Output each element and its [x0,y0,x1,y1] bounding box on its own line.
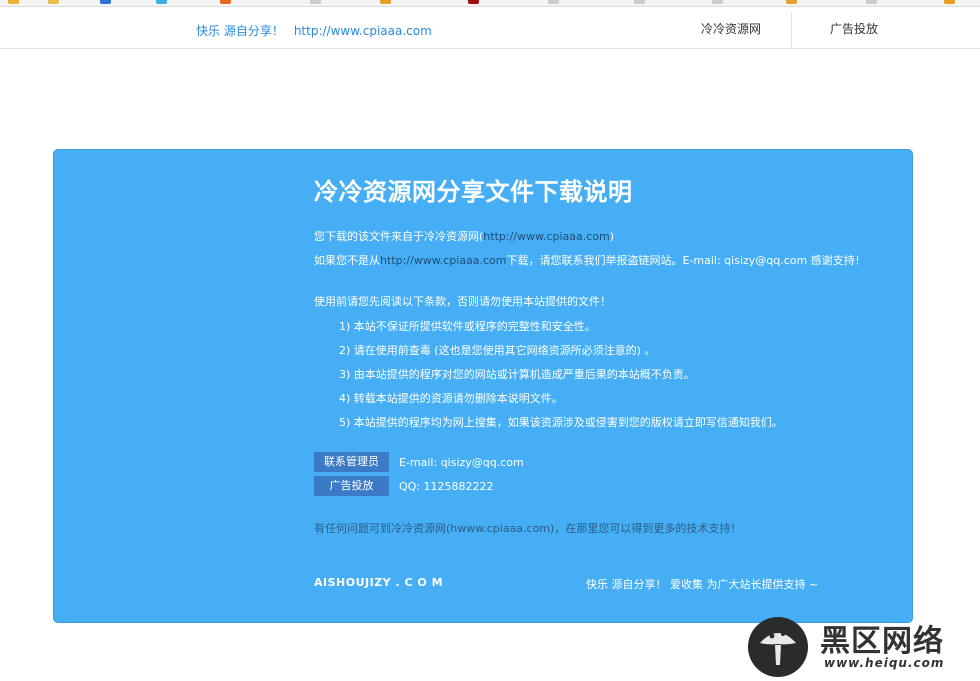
notice-title: 冷冷资源网分享文件下载说明 [314,178,633,206]
top-bar: 快乐 源自分享！ http://www.cpiaaa.com 冷冷资源网 广告投放 [0,7,980,49]
site-brand: AISHOUJIZY . C O M [314,576,444,589]
site-url-link[interactable]: http://www.cpiaaa.com [294,24,432,38]
ad-button[interactable]: 广告投放 [314,476,389,496]
source-line: 您下载的该文件来自于冷冷资源网(http://www.cpiaaa.com) [314,228,614,244]
report-url-link[interactable]: http://www.cpiaaa.com [380,254,506,267]
report-line: 如果您不是从http://www.cpiaaa.com下载，请您联系我们举报盗链… [314,252,866,268]
watermark-title: 黑区网络 [820,624,944,659]
rules-intro: 使用前请您先阅读以下条款，否则请勿使用本站提供的文件！ [314,295,611,308]
source-prefix: 您下载的该文件来自于冷冷资源网( [314,230,484,243]
nav-divider [791,12,792,48]
support-note: 有任何问题可到冷冷资源网(hwww.cpiaaa.com)，在那里您可以得到更多… [314,522,742,535]
report-prefix: 如果您不是从 [314,254,380,267]
rule-item: 3) 由本站提供的程序对您的网站或计算机造成严重后果的本站概不负责。 [339,368,695,381]
bookmark-item[interactable] [100,0,115,5]
watermark-url: www.heiqu.com [824,656,945,670]
source-url-link[interactable]: http://www.cpiaaa.com [483,230,609,243]
watermark: 黑区网络 www.heiqu.com [748,614,980,681]
bookmark-item[interactable] [944,0,959,5]
bookmark-item[interactable] [866,0,881,5]
nav-site-link[interactable]: 冷冷资源网 [686,7,776,48]
ad-qq: QQ: 1125882222 [399,480,494,493]
report-suffix: 下载，请您联系我们举报盗链网站。E-mail: qisizy@qq.com 感谢… [506,254,866,267]
slogan-text: 快乐 源自分享！ [196,24,284,38]
source-suffix: ) [609,230,615,243]
top-slogan: 快乐 源自分享！ http://www.cpiaaa.com [196,22,432,39]
bookmark-item[interactable] [310,0,325,5]
rule-item: 1) 本站不保证所提供软件或程序的完整性和安全性。 [339,320,596,333]
bookmark-item[interactable] [380,0,395,5]
download-notice-card: 冷冷资源网分享文件下载说明 您下载的该文件来自于冷冷资源网(http://www… [53,149,913,623]
bookmark-item[interactable] [712,0,727,5]
bookmark-item[interactable] [634,0,649,5]
bookmarks-bar [0,0,980,7]
bookmark-item[interactable] [548,0,563,5]
contact-email: E-mail: qisizy@qq.com [399,456,524,469]
bookmark-item[interactable] [786,0,801,5]
bookmark-item[interactable] [48,0,63,5]
mushroom-logo-icon [748,617,808,677]
rule-item: 4) 转载本站提供的资源请勿删除本说明文件。 [339,392,563,405]
contact-admin-button[interactable]: 联系管理员 [314,452,389,472]
bookmark-item[interactable] [468,0,483,5]
bookmark-item[interactable] [8,0,23,5]
rule-item: 2) 请在使用前查毒 (这也是您使用其它网络资源所必须注意的) 。 [339,344,656,357]
nav-ad-link[interactable]: 广告投放 [812,7,896,48]
bookmark-item[interactable] [220,0,235,5]
rule-item: 5) 本站提供的程序均为网上搜集，如果该资源涉及或侵害到您的版权请立即写信通知我… [339,416,783,429]
bookmark-item[interactable] [156,0,171,5]
site-tagline: 快乐 源自分享！ 爱收集 为广大站长提供支持 ~ [586,578,819,591]
